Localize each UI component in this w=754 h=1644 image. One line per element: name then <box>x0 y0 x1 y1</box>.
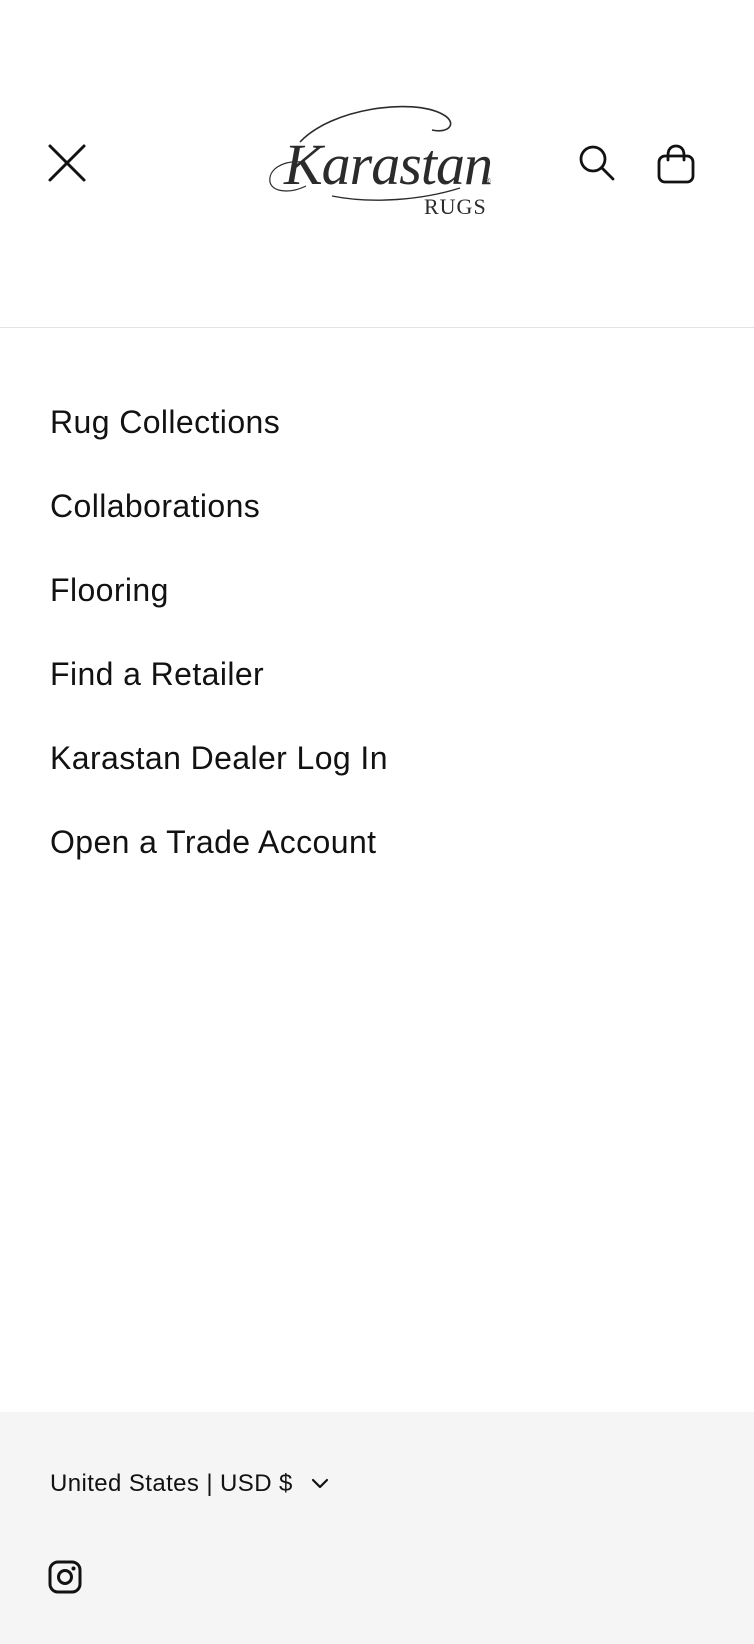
menu-item-collaborations[interactable]: Collaborations <box>0 464 754 548</box>
cart-button[interactable] <box>650 138 702 190</box>
cart-icon <box>657 144 695 184</box>
close-icon <box>48 144 86 182</box>
country-currency-label: United States | USD $ <box>50 1470 293 1497</box>
site-header: Karastan ® RUGS <box>0 0 754 328</box>
menu-item-flooring[interactable]: Flooring <box>0 548 754 632</box>
logo-registered-mark: ® <box>484 176 491 186</box>
instagram-link[interactable] <box>48 1560 84 1596</box>
menu-item-rug-collections[interactable]: Rug Collections <box>0 380 754 464</box>
menu-drawer-footer: United States | USD $ <box>0 1412 754 1644</box>
search-button[interactable] <box>572 138 622 188</box>
instagram-icon <box>48 1560 82 1594</box>
close-menu-button[interactable] <box>42 138 92 188</box>
search-icon <box>579 145 615 181</box>
menu-item-find-a-retailer[interactable]: Find a Retailer <box>0 632 754 716</box>
menu-list: Rug Collections Collaborations Flooring … <box>0 380 754 884</box>
logo-subtitle: RUGS <box>424 194 487 219</box>
logo-wordmark: Karastan <box>283 132 492 197</box>
karastan-rugs-logo[interactable]: Karastan ® RUGS <box>262 100 494 220</box>
mobile-menu-drawer: Karastan ® RUGS Rug Collections Collabor… <box>0 0 754 1644</box>
chevron-down-icon <box>311 1478 329 1490</box>
country-currency-selector[interactable]: United States | USD $ <box>50 1464 329 1504</box>
menu-item-open-trade-account[interactable]: Open a Trade Account <box>0 800 754 884</box>
menu-item-dealer-log-in[interactable]: Karastan Dealer Log In <box>0 716 754 800</box>
